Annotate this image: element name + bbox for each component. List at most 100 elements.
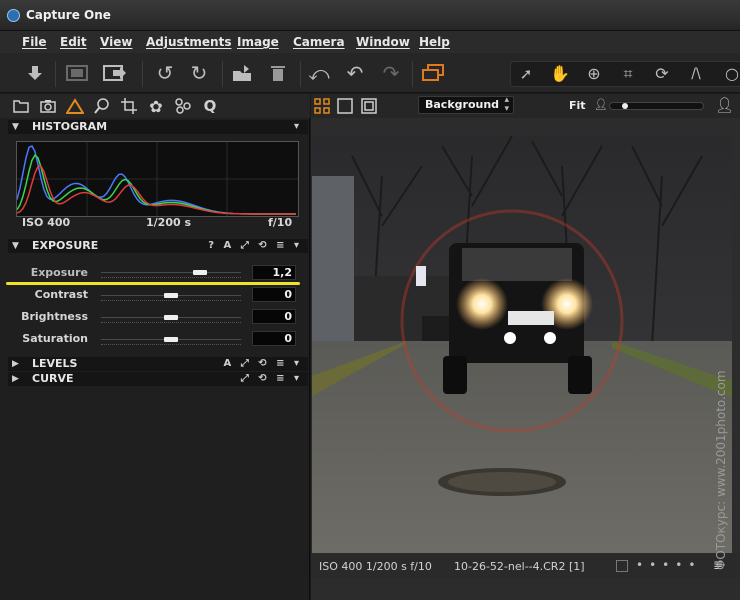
histogram-header[interactable]: ▼ HISTOGRAM ▾: [8, 120, 308, 134]
adjust-icon[interactable]: [173, 96, 193, 116]
export-icon[interactable]: [102, 61, 128, 85]
levels-title: LEVELS: [32, 357, 78, 370]
slider-label-exposure: Exposure: [30, 266, 88, 279]
app-logo-icon: [7, 9, 20, 22]
main-toolbar: ↺ ↻ ⤺ ↶ ↷ ➚ ✋ ⊕ ⌗ ⟳ /\ ○: [0, 53, 740, 93]
undo-icon[interactable]: ⤺: [306, 61, 332, 85]
crop-cursor-icon[interactable]: ⌗: [615, 62, 641, 86]
expand-arrow-icon[interactable]: ▶: [12, 357, 19, 371]
rotate-left-icon[interactable]: ↺: [152, 61, 178, 85]
slider-label-saturation: Saturation: [22, 332, 88, 345]
slider-ticks: [101, 277, 241, 278]
menu-image[interactable]: Image: [237, 35, 279, 49]
histogram-shutter: 1/200 s: [146, 216, 192, 229]
menu-file[interactable]: File: [22, 35, 47, 49]
yellow-highlight-underline: [6, 282, 300, 285]
photo-preview[interactable]: [312, 136, 732, 553]
background-select[interactable]: Background ▴ ▾: [418, 96, 514, 114]
pan-cursor-icon[interactable]: ✋: [547, 62, 573, 86]
window-title: Capture One: [26, 8, 111, 22]
tool-tabs: ✿ Q: [0, 94, 310, 118]
select-cursor-icon[interactable]: ➚: [513, 62, 539, 86]
saturation-value-field[interactable]: 0: [252, 331, 296, 346]
keystone-cursor-icon[interactable]: /\: [683, 62, 709, 86]
person-large-icon: 👤︎: [715, 96, 735, 114]
status-exposure-info: ISO 400 1/200 s f/10: [319, 560, 432, 573]
panel-menu-icon[interactable]: ▾: [294, 120, 302, 134]
histogram-graph: [16, 141, 299, 217]
fullscreen-icon[interactable]: [64, 61, 90, 85]
menu-help[interactable]: Help: [419, 35, 450, 49]
menu-adjustments[interactable]: Adjustments: [146, 35, 231, 49]
inspect-icon[interactable]: [92, 96, 112, 116]
slider-knob[interactable]: [192, 270, 207, 275]
slider-track-line: [101, 272, 241, 273]
histogram-aperture: f/10: [268, 216, 293, 229]
stack-icon[interactable]: [420, 61, 446, 85]
person-small-icon: 👤︎: [594, 98, 608, 111]
saturation-slider[interactable]: [101, 337, 241, 347]
menu-edit[interactable]: Edit: [60, 35, 87, 49]
curve-header[interactable]: ▶ CURVE ⤢ ⟲ ≡ ▾: [8, 372, 308, 386]
search-cursor-icon[interactable]: ○: [719, 62, 740, 86]
camera-icon[interactable]: [38, 96, 58, 116]
menu-view[interactable]: View: [100, 35, 132, 49]
recipes-icon[interactable]: [229, 61, 255, 85]
watermark-text: ФОТОкурс: www.2001photo.com: [714, 370, 728, 570]
rotate-cursor-icon[interactable]: ⟳: [649, 62, 675, 86]
rotate-right-icon[interactable]: ↻: [186, 61, 212, 85]
delete-icon[interactable]: [265, 61, 291, 85]
slider-label-brightness: Brightness: [21, 310, 88, 323]
settings-icon[interactable]: ✿: [146, 96, 166, 116]
slider-ticks: [101, 322, 241, 323]
select-checkbox[interactable]: [616, 560, 628, 572]
exposure-slider[interactable]: [101, 270, 241, 280]
contrast-value-field[interactable]: 0: [252, 287, 296, 302]
exposure-title: EXPOSURE: [32, 239, 99, 252]
multi-view-icon[interactable]: [314, 98, 330, 117]
undo-step-icon[interactable]: ↶: [342, 61, 368, 85]
slider-knob[interactable]: [164, 293, 178, 298]
viewer-toolbar: Fit 👤︎ 👤︎: [311, 94, 740, 118]
exposure-value-field[interactable]: 1,2: [252, 265, 296, 280]
levels-header[interactable]: ▶ LEVELS A ⤢ ⟲ ≡ ▾: [8, 357, 308, 371]
select-stepper-icon[interactable]: ▴ ▾: [504, 96, 509, 114]
expand-arrow-icon[interactable]: ▶: [12, 372, 19, 386]
proof-view-icon[interactable]: [361, 98, 377, 117]
single-view-icon[interactable]: [337, 98, 353, 117]
cursor-tools-group: ➚ ✋ ⊕ ⌗ ⟳ /\ ○: [510, 61, 740, 87]
slider-ticks: [101, 344, 241, 345]
contrast-slider[interactable]: [101, 293, 241, 303]
menu-bar: File Edit View Adjustments Image Camera …: [0, 31, 740, 53]
slider-ticks: [101, 300, 241, 301]
zoom-slider-knob[interactable]: [622, 103, 628, 109]
folder-icon[interactable]: [11, 96, 31, 116]
toolbar-divider: [222, 61, 223, 87]
slider-knob[interactable]: [164, 337, 178, 342]
status-filename: 10-26-52-nel--4.CR2 [1]: [454, 560, 585, 573]
exposure-header[interactable]: ▼ EXPOSURE ? A ⤢ ⟲ ≡ ▾: [8, 239, 308, 253]
import-icon[interactable]: [22, 61, 48, 85]
zoom-slider[interactable]: [609, 102, 704, 110]
collapse-arrow-icon[interactable]: ▼: [12, 239, 19, 253]
redo-icon[interactable]: ↷: [378, 61, 404, 85]
curve-header-tools[interactable]: ⤢ ⟲ ≡ ▾: [241, 372, 302, 386]
collapse-arrow-icon[interactable]: ▼: [12, 120, 19, 134]
color-icon[interactable]: [65, 96, 85, 116]
brightness-slider[interactable]: [101, 315, 241, 325]
zoom-cursor-icon[interactable]: ⊕: [581, 62, 607, 86]
menu-camera[interactable]: Camera: [293, 35, 345, 49]
zoom-fit-label[interactable]: Fit: [569, 99, 586, 112]
toolbar-divider: [142, 61, 143, 87]
crop-icon[interactable]: [119, 96, 139, 116]
exposure-header-tools[interactable]: ? A ⤢ ⟲ ≡ ▾: [208, 239, 302, 253]
brightness-value-field[interactable]: 0: [252, 309, 296, 324]
levels-header-tools[interactable]: A ⤢ ⟲ ≡ ▾: [224, 357, 302, 371]
menu-window[interactable]: Window: [356, 35, 410, 49]
histogram-iso: ISO 400: [22, 216, 71, 229]
background-select-value: Background: [425, 98, 500, 111]
q-icon[interactable]: Q: [200, 96, 220, 116]
title-bar: [0, 0, 740, 31]
rating-stars[interactable]: •••••: [636, 558, 701, 572]
slider-knob[interactable]: [164, 315, 178, 320]
